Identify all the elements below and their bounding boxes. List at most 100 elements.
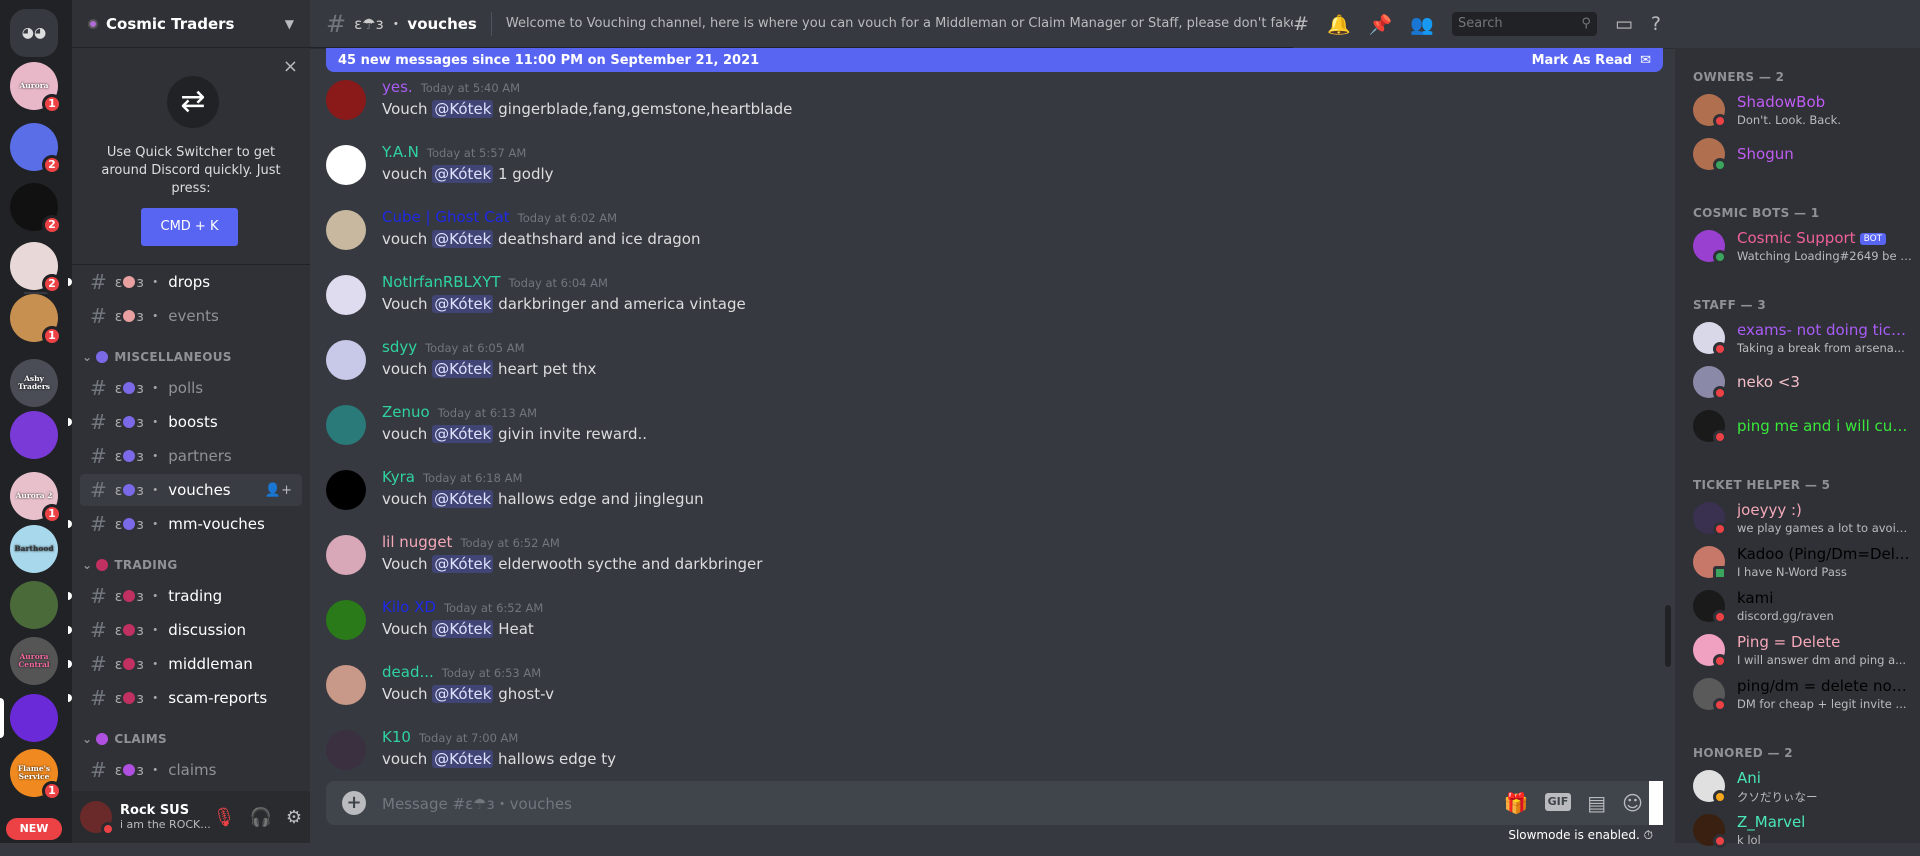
member-item[interactable]: Ping = Delete I will answer dm and ping a… <box>1693 632 1913 676</box>
server-icon[interactable] <box>0 694 58 742</box>
message-author[interactable]: Zenuo <box>382 403 430 421</box>
invite-icon[interactable]: 👤+ <box>265 483 292 498</box>
threads-icon[interactable]: # <box>1293 13 1309 35</box>
user-mention[interactable]: @Kótek <box>432 100 494 118</box>
avatar[interactable] <box>326 600 366 640</box>
user-mention[interactable]: @Kótek <box>432 685 494 703</box>
server-icon[interactable] <box>10 411 58 459</box>
channel-drops[interactable]: # ɛ ɜ ・ drops <box>68 266 302 298</box>
channel-discussion[interactable]: # ɛ ɜ ・ discussion <box>68 614 302 646</box>
category-miscellaneous[interactable]: ⌄ MISCELLANEOUS <box>82 350 232 364</box>
avatar[interactable] <box>80 801 115 836</box>
member-item[interactable]: Z_Marvel k lol <box>1693 812 1913 856</box>
message-author[interactable]: sdyy <box>382 338 417 356</box>
member-item[interactable]: exams- not doing ticke... Taking a break … <box>1693 320 1913 364</box>
members-icon[interactable]: 👥 <box>1410 13 1434 36</box>
message-composer[interactable]: + Message #ɛ☂ɜ・vouches 🎁 GIF ▤ ☺ <box>326 781 1659 825</box>
server-icon[interactable]: 1 <box>10 294 62 346</box>
message-author[interactable]: Y.A.N <box>382 143 419 161</box>
user-mention[interactable]: @Kótek <box>432 490 494 508</box>
member-item[interactable]: kami discord.gg/raven <box>1693 588 1913 632</box>
gif-icon[interactable]: GIF <box>1544 793 1572 811</box>
message-author[interactable]: dead... <box>382 663 434 681</box>
quick-switcher-button[interactable]: CMD + K <box>141 208 238 246</box>
message-author[interactable]: Kilo XD <box>382 598 436 616</box>
user-mention[interactable]: @Kótek <box>432 295 494 313</box>
channel-partners[interactable]: # ɛ ɜ ・ partners <box>80 440 302 472</box>
avatar[interactable] <box>326 210 366 250</box>
avatar[interactable] <box>326 535 366 575</box>
avatar[interactable] <box>326 470 366 510</box>
channel-polls[interactable]: # ɛ ɜ ・ polls <box>80 372 302 404</box>
channel-claims[interactable]: # ɛ ɜ ・ claims <box>80 754 302 786</box>
message-author[interactable]: NotIrfanRBLXYT <box>382 273 501 291</box>
user-mention[interactable]: @Kótek <box>432 360 494 378</box>
member-item[interactable]: ping/dm = delete noobs DM for cheap + leg… <box>1693 676 1913 720</box>
avatar[interactable] <box>326 730 366 770</box>
server-icon[interactable]: 2 <box>10 183 62 235</box>
gear-icon[interactable]: ⚙ <box>286 807 302 828</box>
gift-icon[interactable]: 🎁 <box>1504 791 1529 815</box>
inbox-icon[interactable]: ▭ <box>1615 13 1633 35</box>
mark-as-read-button[interactable]: Mark As Read <box>1532 53 1633 68</box>
category-trading[interactable]: ⌄ TRADING <box>82 558 178 572</box>
user-mention[interactable]: @Kótek <box>432 165 494 183</box>
avatar[interactable] <box>326 80 366 120</box>
avatar[interactable] <box>326 145 366 185</box>
user-mention[interactable]: @Kótek <box>432 620 494 638</box>
user-mention[interactable]: @Kótek <box>432 555 494 573</box>
pin-icon[interactable]: 📌 <box>1369 13 1393 36</box>
member-item[interactable]: joeyyy :) we play games a lot to avoid th… <box>1693 500 1913 544</box>
user-mention[interactable]: @Kótek <box>432 750 494 768</box>
server-icon[interactable] <box>10 581 58 629</box>
message-author[interactable]: K10 <box>382 728 411 746</box>
close-icon[interactable]: × <box>283 56 298 77</box>
sticker-icon[interactable]: ▤ <box>1587 791 1606 815</box>
channel-events[interactable]: # ɛ ɜ ・ events <box>80 300 302 332</box>
channel-vouches[interactable]: # ɛ ɜ ・ vouches 👤+ <box>80 474 302 506</box>
message-author[interactable]: yes. <box>382 78 413 96</box>
new-servers-badge[interactable]: NEW <box>6 818 62 840</box>
channel-middleman[interactable]: # ɛ ɜ ・ middleman <box>68 648 302 680</box>
user-mention[interactable]: @Kótek <box>432 230 494 248</box>
mute-microphone-icon[interactable]: 🎙 <box>213 807 236 828</box>
member-item[interactable]: Kadoo (Ping/Dm=Del... I have N-Word Pass <box>1693 544 1913 588</box>
channel-trading[interactable]: # ɛ ɜ ・ trading <box>68 580 302 612</box>
bell-icon[interactable]: 🔔 <box>1327 13 1351 36</box>
server-icon[interactable]: Aurora 1 <box>10 62 62 114</box>
server-icon[interactable]: Aurora 21 <box>10 472 62 524</box>
help-icon[interactable]: ? <box>1651 13 1661 35</box>
category-claims[interactable]: ⌄ CLAIMS <box>82 732 167 746</box>
server-icon[interactable]: 2 <box>10 123 62 175</box>
avatar[interactable] <box>326 340 366 380</box>
server-icon[interactable]: Barthood <box>10 525 58 573</box>
member-item[interactable]: Ani クソだりぃなー <box>1693 768 1913 812</box>
message-author[interactable]: Cube | Ghost Cat <box>382 208 510 226</box>
new-messages-bar[interactable]: 45 new messages since 11:00 PM on Septem… <box>326 48 1663 72</box>
member-item[interactable]: ShadowBob Don't. Look. Back. <box>1693 92 1913 136</box>
channel-boosts[interactable]: # ɛ ɜ ・ boosts <box>68 406 302 438</box>
member-item[interactable]: ping me and i will cut y... <box>1693 408 1913 452</box>
user-mention[interactable]: @Kótek <box>432 425 494 443</box>
server-icon[interactable]: Flame's Service 1 <box>10 749 62 801</box>
member-item[interactable]: Cosmic Support BOT Watching Loading#2649 b… <box>1693 228 1913 272</box>
headphones-icon[interactable]: 🎧 <box>249 807 271 828</box>
message-author[interactable]: lil nugget <box>382 533 452 551</box>
chevron-down-icon[interactable]: ▼ <box>285 17 294 31</box>
message-input[interactable]: Message #ɛ☂ɜ・vouches <box>382 793 572 814</box>
avatar[interactable] <box>326 275 366 315</box>
server-icon[interactable]: 2 <box>10 242 62 294</box>
server-icon[interactable]: Ashy Traders <box>10 359 58 407</box>
server-icon[interactable]: Aurora Central <box>10 637 58 685</box>
message-author[interactable]: Kyra <box>382 468 415 486</box>
channel-scam-reports[interactable]: # ɛ ɜ ・ scam-reports <box>68 682 302 714</box>
scrollbar[interactable] <box>1665 605 1671 667</box>
server-icon[interactable]: ◕◕ <box>10 9 58 57</box>
member-item[interactable]: Shogun <box>1693 136 1913 180</box>
member-item[interactable]: neko <3 <box>1693 364 1913 408</box>
avatar[interactable] <box>326 665 366 705</box>
channel-mm-vouches[interactable]: # ɛ ɜ ・ mm-vouches <box>68 508 302 540</box>
server-header[interactable]: Cosmic Traders ▼ <box>72 0 310 48</box>
emoji-icon[interactable]: ☺ <box>1622 791 1643 815</box>
avatar[interactable] <box>326 405 366 445</box>
